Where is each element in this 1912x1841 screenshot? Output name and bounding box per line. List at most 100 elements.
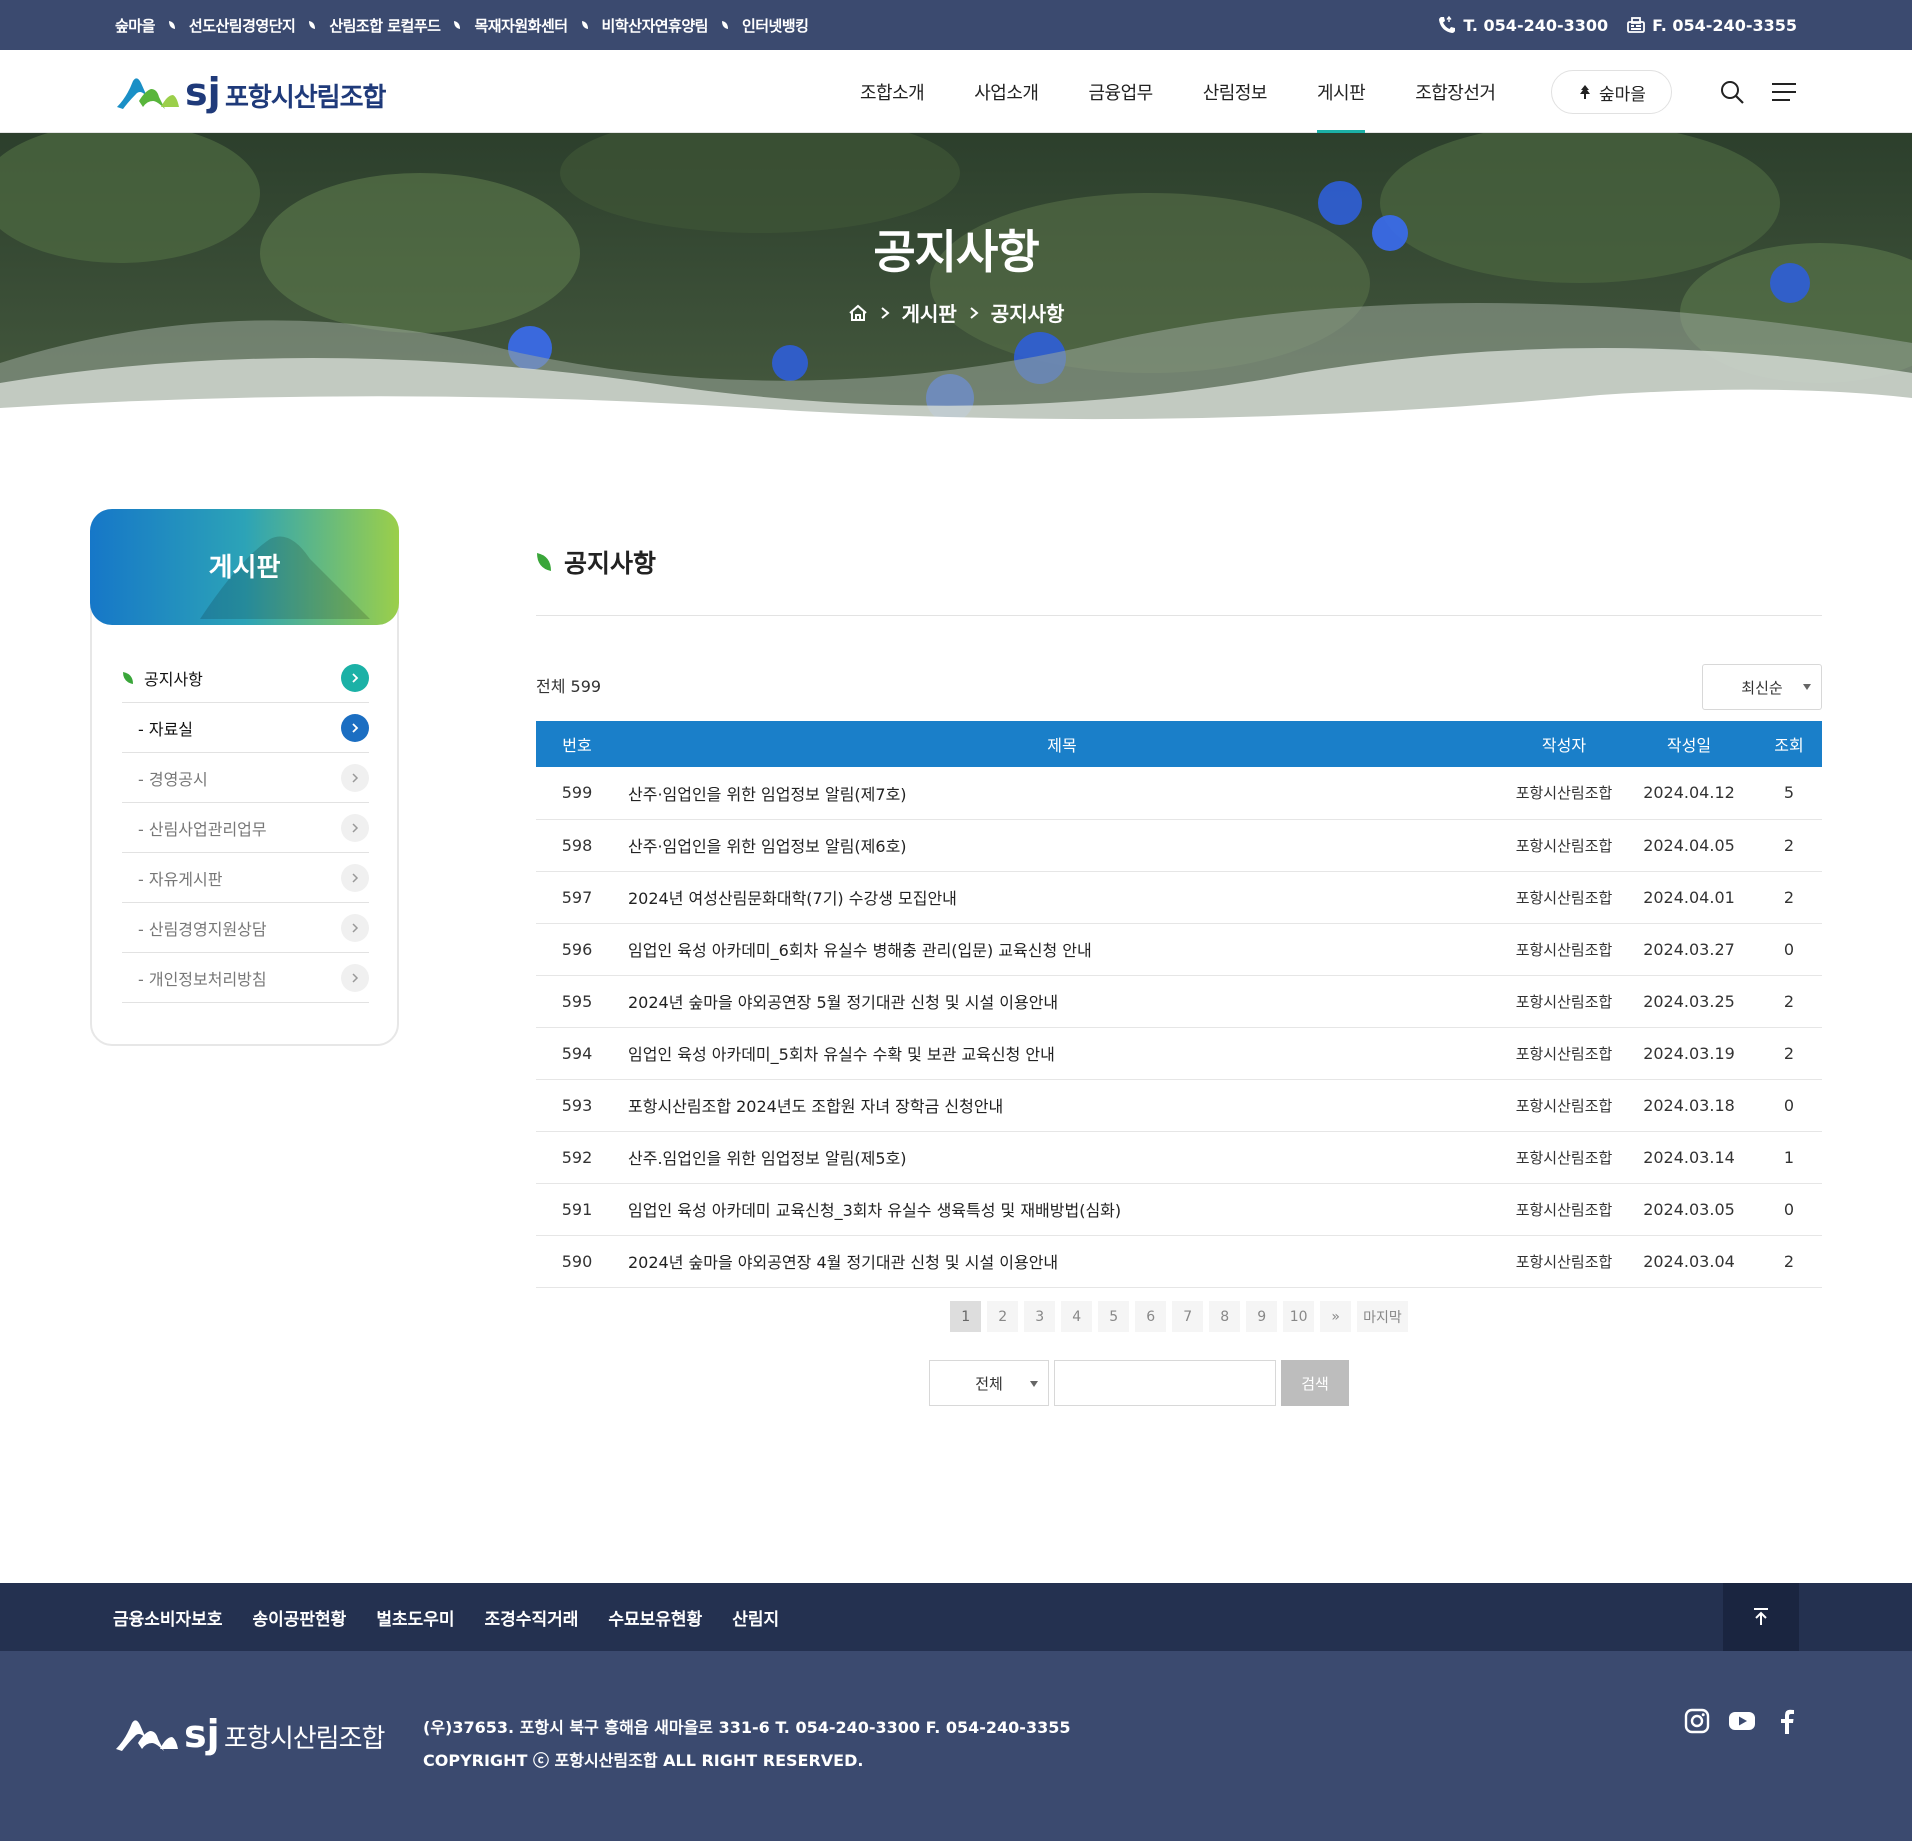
row-title-link[interactable]: 2024년 여성산림문화대학(7기) 수강생 모집안내 — [618, 871, 1506, 924]
forest-village-button[interactable]: 숲마을 — [1551, 70, 1672, 114]
row-views: 0 — [1756, 923, 1822, 976]
row-title-link[interactable]: 산주·임업인을 위한 임업정보 알림(제7호) — [618, 767, 1506, 820]
row-title-link[interactable]: 임업인 육성 아카데미_6회차 유실수 병해충 관리(입문) 교육신청 안내 — [618, 923, 1506, 976]
table-row[interactable]: 593 포항시산림조합 2024년도 조합원 자녀 장학금 신청안내 포항시산림조합… — [536, 1079, 1822, 1132]
table-row[interactable]: 599 산주·임업인을 위한 임업정보 알림(제7호) 포항시산림조합 2024.04… — [536, 767, 1822, 820]
site-footer: sj 포항시산림조합 (우)37653. 포항시 북구 흥해읍 새마을로 331… — [0, 1651, 1912, 1841]
row-title-link[interactable]: 임업인 육성 아카데미 교육신청_3회차 유실수 생육특성 및 재배방법(심화) — [618, 1183, 1506, 1236]
leaf-icon — [123, 671, 133, 684]
page-8[interactable]: 8 — [1209, 1301, 1241, 1332]
arrow-up-icon — [1754, 1608, 1768, 1625]
row-views: 1 — [1756, 1131, 1822, 1184]
footer-link-landscape-trees[interactable]: 조경수직거래 — [485, 1605, 579, 1630]
page-7[interactable]: 7 — [1172, 1301, 1204, 1332]
table-row[interactable]: 598 산주·임업인을 위한 임업정보 알림(제6호) 포항시산림조합 2024.04… — [536, 819, 1822, 872]
page-title-text: 공지사항 — [564, 549, 657, 578]
page-last[interactable]: 마지막 — [1357, 1301, 1408, 1332]
forest-village-label: 숲마을 — [1599, 84, 1646, 105]
sort-select-value: 최신순 — [1741, 678, 1783, 697]
nav-election[interactable]: 조합장선거 — [1390, 50, 1520, 133]
table-row[interactable]: 591 임업인 육성 아카데미 교육신청_3회차 유실수 생육특성 및 재배방법(… — [536, 1183, 1822, 1236]
side-item-label: - 산림경영지원상담 — [138, 919, 267, 939]
row-title-link[interactable]: 2024년 숲마을 야외공연장 5월 정기대관 신청 및 시설 이용안내 — [618, 975, 1506, 1028]
table-row[interactable]: 596 임업인 육성 아카데미_6회차 유실수 병해충 관리(입문) 교육신청 안… — [536, 923, 1822, 976]
breadcrumb-notice[interactable]: 공지사항 — [991, 298, 1065, 327]
table-row[interactable]: 595 2024년 숲마을 야외공연장 5월 정기대관 신청 및 시설 이용안내 포… — [536, 975, 1822, 1028]
page-6[interactable]: 6 — [1135, 1301, 1167, 1332]
row-title-link[interactable]: 2024년 숲마을 야외공연장 4월 정기대관 신청 및 시설 이용안내 — [618, 1235, 1506, 1288]
search-button[interactable]: 검색 — [1281, 1360, 1349, 1406]
top-link-forest-village[interactable]: 숲마을 — [115, 15, 155, 36]
side-item-label: - 자료실 — [138, 719, 194, 739]
nav-forest-info[interactable]: 산림정보 — [1178, 50, 1292, 133]
page-5[interactable]: 5 — [1098, 1301, 1130, 1332]
row-title-link[interactable]: 산주·임업인을 위한 임업정보 알림(제6호) — [618, 819, 1506, 872]
side-item-free-board[interactable]: - 자유게시판 — [122, 853, 369, 903]
footer-link-forest-land[interactable]: 산림지 — [732, 1605, 779, 1630]
chevron-right-icon — [341, 763, 369, 792]
side-item-forest-project[interactable]: - 산림사업관리업무 — [122, 803, 369, 853]
chevron-right-icon — [341, 813, 369, 842]
contact-info: T. 054-240-3300 F. 054-240-3355 — [1437, 0, 1797, 50]
chevron-right-icon — [341, 663, 369, 692]
footer-link-grave-mowing[interactable]: 벌초도우미 — [376, 1605, 454, 1630]
youtube-icon[interactable] — [1729, 1708, 1755, 1734]
row-writer: 포항시산림조합 — [1506, 1235, 1622, 1288]
table-row[interactable]: 592 산주.임업인을 위한 임업정보 알림(제5호) 포항시산림조합 2024.03… — [536, 1131, 1822, 1184]
leaf-icon — [165, 0, 179, 50]
top-link-recreation-forest[interactable]: 비학산자연휴양림 — [602, 15, 709, 36]
footer-link-consumer-protection[interactable]: 금융소비자보호 — [113, 1605, 222, 1630]
top-link-local-food[interactable]: 산림조합 로컬푸드 — [329, 15, 441, 36]
caret-down-icon — [1803, 684, 1811, 690]
page-1[interactable]: 1 — [950, 1301, 982, 1332]
home-icon[interactable] — [848, 303, 868, 323]
instagram-icon[interactable] — [1684, 1708, 1710, 1734]
top-link-internet-banking[interactable]: 인터넷뱅킹 — [742, 15, 809, 36]
breadcrumb-board[interactable]: 게시판 — [902, 298, 957, 327]
row-title-link[interactable]: 임업인 육성 아카데미_5회차 유실수 수확 및 보관 교육신청 안내 — [618, 1027, 1506, 1080]
side-menu-list: 공지사항 - 자료실 - 경영공시 - 산림사업관리업무 - 자유게시판 - 산… — [122, 653, 369, 1003]
hamburger-icon[interactable] — [1772, 81, 1796, 103]
footer-links-bar: 금융소비자보호 송이공판현황 벌초도우미 조경수직거래 수묘보유현황 산림지 — [0, 1583, 1912, 1651]
nav-board[interactable]: 게시판 — [1292, 50, 1390, 133]
nav-business[interactable]: 사업소개 — [949, 50, 1063, 133]
page-2[interactable]: 2 — [987, 1301, 1019, 1332]
row-writer: 포항시산림조합 — [1506, 1079, 1622, 1132]
side-item-disclosure[interactable]: - 경영공시 — [122, 753, 369, 803]
footer-link-mushroom-auction[interactable]: 송이공판현황 — [252, 1605, 346, 1630]
scroll-top-button[interactable] — [1723, 1583, 1799, 1651]
row-title-link[interactable]: 산주.임업인을 위한 임업정보 알림(제5호) — [618, 1131, 1506, 1184]
side-item-consulting[interactable]: - 산림경영지원상담 — [122, 903, 369, 953]
facebook-icon[interactable] — [1774, 1708, 1800, 1734]
table-row[interactable]: 597 2024년 여성산림문화대학(7기) 수강생 모집안내 포항시산림조합 202… — [536, 871, 1822, 924]
page-3[interactable]: 3 — [1024, 1301, 1056, 1332]
top-link-wood-center[interactable]: 목재자원화센터 — [474, 15, 568, 36]
side-item-privacy[interactable]: - 개인정보처리방침 — [122, 953, 369, 1003]
top-link-forest-management[interactable]: 선도산림경영단지 — [189, 15, 296, 36]
row-date: 2024.03.05 — [1622, 1183, 1756, 1236]
sort-select[interactable]: 최신순 — [1702, 664, 1822, 710]
table-row[interactable]: 590 2024년 숲마을 야외공연장 4월 정기대관 신청 및 시설 이용안내 포… — [536, 1235, 1822, 1288]
side-item-notice[interactable]: 공지사항 — [122, 653, 369, 703]
search-icon[interactable] — [1719, 79, 1745, 105]
row-writer: 포항시산림조합 — [1506, 871, 1622, 924]
table-header-row: 번호 제목 작성자 작성일 조회 — [536, 721, 1822, 767]
search-scope-select[interactable]: 전체 — [929, 1360, 1049, 1406]
footer-link-seedling-stock[interactable]: 수묘보유현황 — [608, 1605, 702, 1630]
page-4[interactable]: 4 — [1061, 1301, 1093, 1332]
page-10[interactable]: 10 — [1283, 1301, 1315, 1332]
side-item-archive[interactable]: - 자료실 — [122, 703, 369, 753]
page-9[interactable]: 9 — [1246, 1301, 1278, 1332]
site-logo[interactable]: sj 포항시산림조합 — [113, 66, 398, 116]
nav-about[interactable]: 조합소개 — [835, 50, 949, 133]
row-no: 598 — [536, 819, 618, 872]
row-title-link[interactable]: 포항시산림조합 2024년도 조합원 자녀 장학금 신청안내 — [618, 1079, 1506, 1132]
page-next[interactable]: » — [1320, 1301, 1352, 1332]
leaf-icon — [718, 0, 732, 50]
side-item-label: - 산림사업관리업무 — [138, 819, 267, 839]
table-row[interactable]: 594 임업인 육성 아카데미_5회차 유실수 수확 및 보관 교육신청 안내 포항… — [536, 1027, 1822, 1080]
logo-text: 포항시산림조합 — [225, 83, 386, 113]
search-input[interactable] — [1054, 1360, 1276, 1406]
nav-finance[interactable]: 금융업무 — [1064, 50, 1178, 133]
title-divider — [536, 615, 1822, 616]
